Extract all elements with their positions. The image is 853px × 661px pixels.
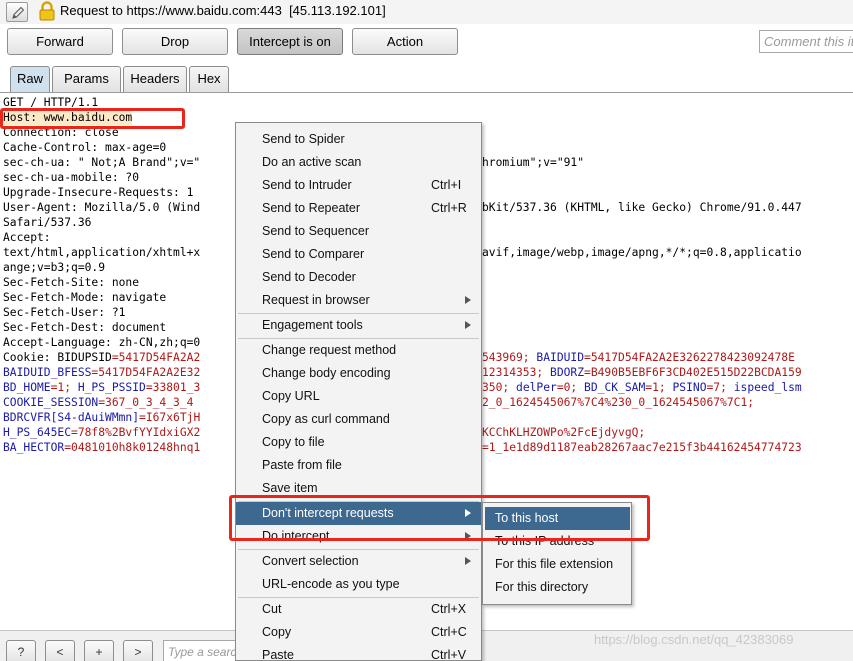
header-line: ange;v=b3;q=0.9 (3, 261, 106, 274)
forward-button[interactable]: Forward (7, 28, 113, 55)
submenu-arrow-icon (465, 509, 471, 517)
header-line: Sec-Fetch-Mode: navigate (3, 291, 167, 304)
pencil-icon (12, 6, 25, 19)
submenu-item-directory[interactable]: For this directory (485, 576, 630, 599)
request-title-bar: Request to https://www.baidu.com:443 [45… (0, 0, 853, 24)
submenu-item-file-extension[interactable]: For this file extension (485, 553, 630, 576)
menu-item-request-in-browser[interactable]: Request in browser (236, 289, 481, 312)
menu-item-send-to-decoder[interactable]: Send to Decoder (236, 266, 481, 289)
cookie-line: BA_HECTOR=0481010h8k01248hnq1 (3, 441, 201, 454)
submenu-arrow-icon (465, 321, 471, 329)
tab-params[interactable]: Params (52, 66, 121, 92)
header-line: sec-ch-ua-mobile: ?0 (3, 171, 140, 184)
comment-input[interactable]: Comment this it (759, 30, 853, 53)
menu-item-send-to-sequencer[interactable]: Send to Sequencer (236, 220, 481, 243)
menu-item-engagement-tools[interactable]: Engagement tools (236, 314, 481, 337)
cookie-line: Cookie: BIDUPSID=5417D54FA2A2 (3, 351, 201, 364)
menu-item-copy-to-file[interactable]: Copy to file (236, 431, 481, 454)
cookie-line: BDRCVFR[S4-dAuiWMmn]=I67x6TjH (3, 411, 201, 424)
tab-headers[interactable]: Headers (123, 66, 187, 92)
lock-icon (39, 1, 55, 21)
cookie-line-tail: 2_0_1624545067%7C4%230_0_1624545067%7C1; (482, 396, 755, 409)
menu-item-send-to-comparer[interactable]: Send to Comparer (236, 243, 481, 266)
submenu-item-to-this-host[interactable]: To this host (485, 507, 630, 530)
edit-button[interactable] (6, 2, 28, 22)
menu-item-do-intercept[interactable]: Do intercept (236, 525, 481, 548)
next-match-button[interactable]: > (123, 640, 153, 661)
header-line-tail: avif,image/webp,image/apng,*/*;q=0.8,app… (482, 246, 802, 259)
menu-item-send-to-spider[interactable]: Send to Spider (236, 128, 481, 151)
cookie-line-tail: =1_1e1d89d1187eab28267aac7e215f3b4416245… (482, 441, 802, 454)
header-line: sec-ch-ua: " Not;A Brand";v=" (3, 156, 201, 169)
menu-item-send-to-repeater[interactable]: Send to Repeater Ctrl+R (236, 197, 481, 220)
cookie-line-tail: KCChKLHZOWPo%2FcEjdyvgQ; (482, 426, 646, 439)
header-line: Accept: (3, 231, 51, 244)
cookie-line-tail: 12314353; BDORZ=B490B5EBF6F3CD402E515D22… (482, 366, 802, 379)
context-menu: Send to Spider Do an active scan Send to… (235, 122, 482, 661)
header-line-tail: bKit/537.36 (KHTML, like Gecko) Chrome/9… (482, 201, 802, 214)
menu-item-paste[interactable]: Paste Ctrl+V (236, 644, 481, 661)
header-line: Safari/537.36 (3, 216, 92, 229)
submenu-arrow-icon (465, 296, 471, 304)
header-line-tail: hromium";v="91" (482, 156, 585, 169)
header-line: text/html,application/xhtml+x (3, 246, 201, 259)
header-line: Cache-Control: max-age=0 (3, 141, 167, 154)
submenu-item-to-this-ip[interactable]: To this IP address (485, 530, 630, 553)
request-line: GET / HTTP/1.1 (3, 96, 99, 109)
tab-hex[interactable]: Hex (189, 66, 229, 92)
request-target-label: Request to https://www.baidu.com:443 [45… (60, 3, 386, 18)
menu-item-cut[interactable]: Cut Ctrl+X (236, 598, 481, 621)
cookie-line: COOKIE_SESSION=367_0_3_4_3_4 (3, 396, 194, 409)
previous-match-button[interactable]: < (45, 640, 75, 661)
add-button[interactable]: + (84, 640, 114, 661)
menu-item-dont-intercept-requests[interactable]: Don't intercept requests (236, 502, 481, 525)
header-line: Connection: close (3, 126, 119, 139)
header-line: Sec-Fetch-Dest: document (3, 321, 167, 334)
help-button[interactable]: ? (6, 640, 36, 661)
menu-item-paste-from-file[interactable]: Paste from file (236, 454, 481, 477)
header-line: Sec-Fetch-User: ?1 (3, 306, 126, 319)
header-line: Upgrade-Insecure-Requests: 1 (3, 186, 194, 199)
menu-item-copy[interactable]: Copy Ctrl+C (236, 621, 481, 644)
watermark: https://blog.csdn.net/qq_42383069 (594, 632, 794, 647)
menu-item-url-encode-as-you-type[interactable]: URL-encode as you type (236, 573, 481, 596)
menu-item-copy-url[interactable]: Copy URL (236, 385, 481, 408)
action-button[interactable]: Action (352, 28, 458, 55)
menu-item-change-request-method[interactable]: Change request method (236, 339, 481, 362)
menu-item-convert-selection[interactable]: Convert selection (236, 550, 481, 573)
header-line: Accept-Language: zh-CN,zh;q=0 (3, 336, 201, 349)
submenu-arrow-icon (465, 557, 471, 565)
intercept-toggle-button[interactable]: Intercept is on (237, 28, 343, 55)
menu-item-save-item[interactable]: Save item (236, 477, 481, 500)
cookie-line: BAIDUID_BFESS=5417D54FA2A2E32 (3, 366, 201, 379)
cookie-line: H_PS_645EC=78f8%2BvfYYIdxiGX2 (3, 426, 201, 439)
cookie-line: BD_HOME=1; H_PS_PSSID=33801_3 (3, 381, 201, 394)
tab-raw[interactable]: Raw (10, 66, 50, 93)
drop-button[interactable]: Drop (122, 28, 228, 55)
header-line: User-Agent: Mozilla/5.0 (Wind (3, 201, 201, 214)
menu-item-active-scan[interactable]: Do an active scan (236, 151, 481, 174)
submenu-arrow-icon (465, 532, 471, 540)
menu-item-send-to-intruder[interactable]: Send to Intruder Ctrl+I (236, 174, 481, 197)
dont-intercept-submenu: To this host To this IP address For this… (482, 502, 632, 605)
menu-item-change-body-encoding[interactable]: Change body encoding (236, 362, 481, 385)
header-line: Sec-Fetch-Site: none (3, 276, 140, 289)
cookie-line-tail: 350; delPer=0; BD_CK_SAM=1; PSINO=7; isp… (482, 381, 802, 394)
cookie-line-tail: 543969; BAIDUID=5417D54FA2A2E32622784230… (482, 351, 795, 364)
menu-item-copy-as-curl[interactable]: Copy as curl command (236, 408, 481, 431)
host-header-line: Host: www.baidu.com (3, 110, 133, 125)
tab-divider (0, 92, 853, 93)
